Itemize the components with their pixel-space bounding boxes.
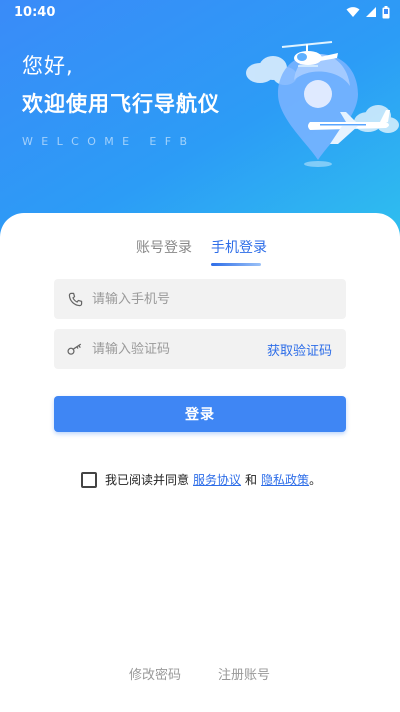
greeting-text: 您好, bbox=[22, 54, 74, 78]
get-code-button[interactable]: 获取验证码 bbox=[267, 340, 332, 359]
verification-code-field[interactable]: 获取验证码 bbox=[54, 329, 346, 369]
status-icons bbox=[346, 5, 390, 19]
service-agreement-link[interactable]: 服务协议 bbox=[193, 471, 241, 488]
login-card: 账号登录 手机登录 获取验证码 bbox=[0, 213, 400, 712]
status-bar: 10:40 bbox=[0, 0, 400, 24]
login-screen: 10:40 您好, 欢迎使用飞行导航仪 WELCOME EFB 账号登录 手机登… bbox=[0, 0, 400, 712]
phone-input[interactable] bbox=[92, 291, 262, 307]
aviation-illustration bbox=[246, 41, 399, 167]
privacy-policy-link[interactable]: 隐私政策 bbox=[261, 471, 309, 488]
key-icon bbox=[66, 340, 84, 358]
status-time: 10:40 bbox=[14, 4, 56, 20]
phone-icon bbox=[66, 290, 84, 308]
active-tab-indicator bbox=[211, 263, 261, 266]
signal-icon bbox=[366, 7, 376, 17]
agreement-row: 我已阅读并同意 服务协议 和 隐私政策 。 bbox=[81, 471, 321, 488]
agreement-prefix: 我已阅读并同意 bbox=[105, 473, 190, 487]
welcome-subtitle: WELCOME EFB bbox=[22, 135, 196, 148]
map-pin-icon bbox=[278, 54, 358, 167]
tab-phone-login[interactable]: 手机登录 bbox=[211, 237, 267, 257]
welcome-title: 欢迎使用飞行导航仪 bbox=[22, 92, 220, 116]
login-tabs: 账号登录 手机登录 bbox=[0, 237, 400, 277]
agreement-suffix: 。 bbox=[309, 473, 322, 487]
login-button[interactable]: 登录 bbox=[54, 396, 346, 432]
agreement-and: 和 bbox=[245, 473, 258, 487]
agreement-checkbox[interactable] bbox=[81, 471, 97, 488]
verification-code-input[interactable] bbox=[92, 341, 262, 357]
wifi-icon bbox=[346, 7, 360, 17]
battery-icon bbox=[382, 5, 390, 18]
phone-field[interactable] bbox=[54, 279, 346, 319]
tab-account-login[interactable]: 账号登录 bbox=[136, 237, 192, 257]
change-password-link[interactable]: 修改密码 bbox=[129, 664, 181, 683]
register-link[interactable]: 注册账号 bbox=[218, 664, 270, 683]
